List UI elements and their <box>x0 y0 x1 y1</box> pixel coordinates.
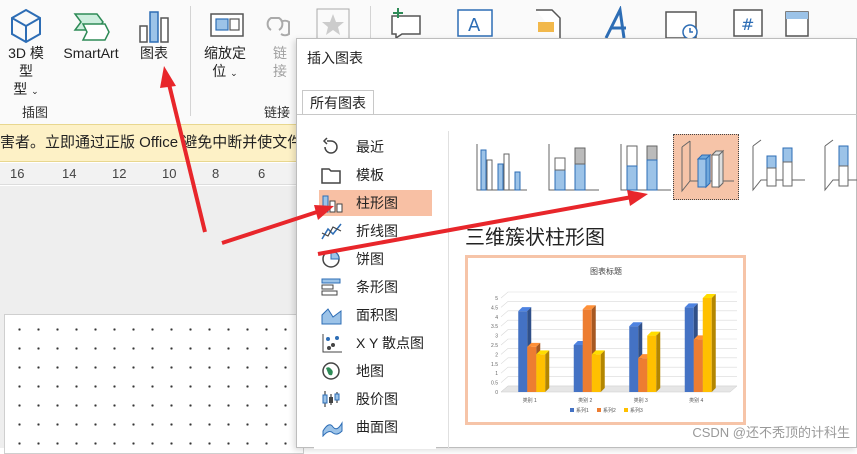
arrow-to-3d-clustered-column <box>317 190 648 256</box>
annotation-arrows <box>160 66 648 256</box>
arrow-to-column-category <box>221 205 334 245</box>
arrow-to-chart-button <box>160 66 207 233</box>
